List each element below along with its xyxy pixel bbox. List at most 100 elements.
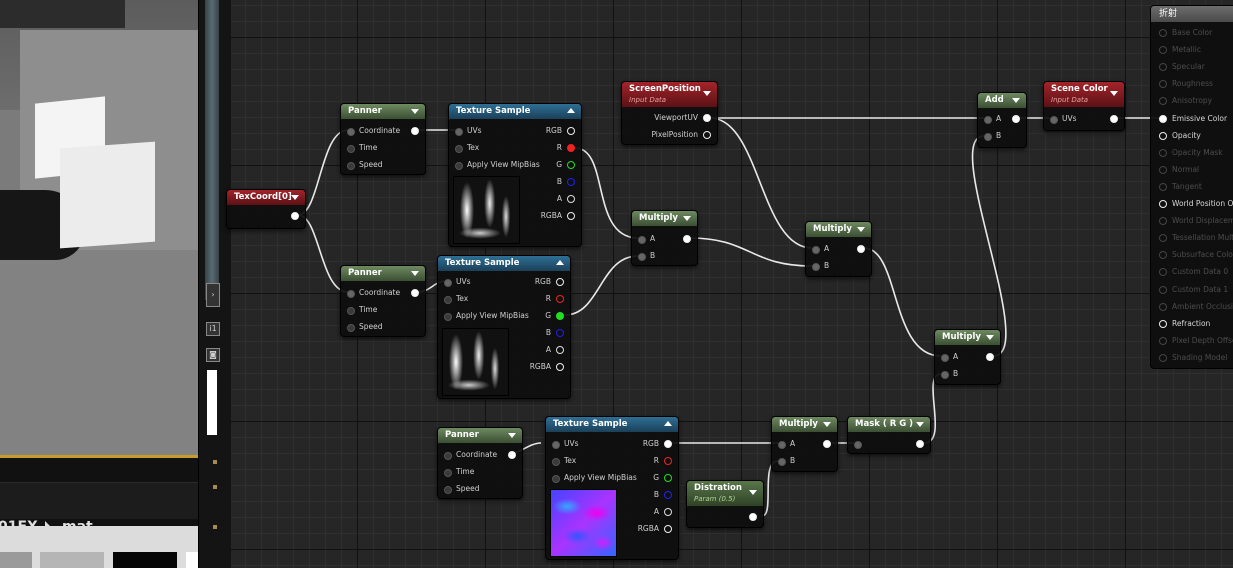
input-pin-coordinate[interactable]: Coordinate (347, 287, 400, 299)
input-pin-speed[interactable]: Speed (347, 159, 383, 171)
input-pin-coordinate[interactable]: Coordinate (347, 125, 400, 137)
output-pin-a[interactable]: A (654, 506, 672, 518)
result-pin[interactable]: Tangent (1159, 181, 1202, 193)
output-pin[interactable] (852, 243, 865, 255)
input-pin-time[interactable]: Time (347, 304, 377, 316)
output-pin-b[interactable]: B (546, 327, 564, 339)
asset-thumb[interactable] (0, 552, 32, 568)
input-pin-b[interactable]: B (941, 368, 958, 380)
chevron-down-icon[interactable] (823, 422, 831, 427)
node-panner-1[interactable]: Panner Coordinate Time Speed (340, 103, 426, 175)
chevron-down-icon[interactable] (1012, 98, 1020, 103)
input-pin-uvs[interactable]: UVs (1050, 113, 1077, 125)
result-pin[interactable]: Refraction (1159, 318, 1210, 330)
node-screen-position[interactable]: ScreenPosition Input Data ViewportUV Pixe… (621, 81, 718, 145)
output-pin[interactable] (286, 210, 299, 222)
output-pin-r[interactable]: R (546, 293, 564, 305)
node-scene-color[interactable]: Scene Color Input Data UVs (1043, 81, 1125, 131)
input-pin-b[interactable]: B (812, 260, 829, 272)
result-pin[interactable]: Ambient Occlusio (1159, 301, 1233, 313)
input-pin-uvs[interactable]: UVs (444, 276, 471, 288)
input-pin-a[interactable]: A (941, 351, 958, 363)
result-pin[interactable]: Metallic (1159, 44, 1201, 56)
input-pin-tex[interactable]: Tex (455, 142, 479, 154)
input-pin-speed[interactable]: Speed (444, 483, 480, 495)
node-distration-param[interactable]: Distration Param (0.5) (686, 480, 764, 528)
output-pin-rgba[interactable]: RGBA (530, 361, 564, 373)
node-panner-2[interactable]: Panner Coordinate Time Speed (340, 265, 426, 337)
result-pin[interactable]: Tessellation Mult (1159, 232, 1233, 244)
input-pin-a[interactable]: A (778, 438, 795, 450)
output-pin-r[interactable]: R (557, 142, 575, 154)
result-pin[interactable]: World Position O (1159, 198, 1233, 210)
output-pin-g[interactable]: G (556, 159, 575, 171)
node-material-result[interactable]: 折射 Base Color Metallic Specular Roughness An… (1150, 5, 1233, 369)
input-pin-uvs[interactable]: UVs (552, 438, 579, 450)
output-pin-r[interactable]: R (654, 455, 672, 467)
output-pin[interactable] (406, 125, 419, 137)
result-pin[interactable]: Specular (1159, 61, 1205, 73)
node-multiply-1[interactable]: Multiply A B (631, 210, 698, 266)
chevron-down-icon[interactable] (411, 109, 419, 114)
input-pin-time[interactable]: Time (444, 466, 474, 478)
result-pin[interactable]: World Displaceme (1159, 215, 1233, 227)
node-multiply-4[interactable]: Multiply A B (771, 416, 838, 472)
output-pin[interactable] (406, 287, 419, 299)
output-pin-g[interactable]: G (545, 310, 564, 322)
input-pin-a[interactable]: A (984, 113, 1001, 125)
palette-scrollbar[interactable] (205, 0, 219, 300)
info-icon[interactable]: i1 (206, 322, 220, 336)
output-pin-b[interactable]: B (654, 489, 672, 501)
node-add[interactable]: Add A B (977, 92, 1027, 148)
chevron-down-icon[interactable] (683, 216, 691, 221)
chevron-down-icon[interactable] (508, 433, 516, 438)
output-pin-pixelposition[interactable]: PixelPosition (651, 129, 711, 141)
chevron-up-icon[interactable] (664, 421, 672, 426)
chevron-down-icon[interactable] (986, 335, 994, 340)
chevron-up-icon[interactable] (556, 260, 564, 265)
input-pin-tex[interactable]: Tex (552, 455, 576, 467)
node-texture-sample-3[interactable]: Texture Sample UVs Tex Apply View MipBia… (545, 416, 679, 560)
chevron-down-icon[interactable] (291, 195, 299, 200)
result-pin[interactable]: Emissive Color (1159, 113, 1227, 125)
result-pin[interactable]: Opacity Mask (1159, 147, 1223, 159)
result-pin[interactable]: Shading Model (1159, 352, 1227, 364)
output-pin[interactable] (981, 351, 994, 363)
search-icon[interactable]: ◙ (206, 348, 220, 362)
chevron-down-icon[interactable] (916, 422, 924, 427)
result-pin[interactable]: Custom Data 0 (1159, 266, 1228, 278)
chevron-up-icon[interactable] (567, 108, 575, 113)
input-pin-b[interactable]: B (638, 250, 655, 262)
input-pin-a[interactable]: A (638, 233, 655, 245)
input-pin-mipbias[interactable]: Apply View MipBias (552, 472, 637, 484)
input-pin-b[interactable]: B (778, 455, 795, 467)
output-pin[interactable] (678, 233, 691, 245)
result-pin[interactable]: Roughness (1159, 78, 1213, 90)
node-mask[interactable]: Mask ( R G ) (847, 416, 931, 454)
output-pin[interactable] (1007, 113, 1020, 125)
result-pin[interactable]: Anisotropy (1159, 95, 1212, 107)
output-pin-rgb[interactable]: RGB (535, 276, 564, 288)
output-pin-g[interactable]: G (653, 472, 672, 484)
viewport-preview[interactable] (0, 0, 198, 458)
output-pin-b[interactable]: B (557, 176, 575, 188)
node-multiply-2[interactable]: Multiply A B (805, 221, 872, 277)
expand-chevron-icon[interactable]: › (206, 283, 220, 307)
output-pin-rgb[interactable]: RGB (546, 125, 575, 137)
output-pin[interactable] (1105, 113, 1118, 125)
result-pin[interactable]: Base Color (1159, 27, 1212, 39)
result-pin[interactable]: Normal (1159, 164, 1199, 176)
chevron-down-icon[interactable] (749, 490, 757, 495)
output-pin-a[interactable]: A (557, 193, 575, 205)
output-pin[interactable] (911, 438, 924, 450)
chevron-down-icon[interactable] (703, 91, 711, 96)
chevron-down-icon[interactable] (411, 271, 419, 276)
output-pin[interactable] (503, 449, 516, 461)
asset-thumb[interactable] (40, 552, 104, 568)
output-pin[interactable] (818, 438, 831, 450)
input-pin-time[interactable]: Time (347, 142, 377, 154)
node-texture-sample-2[interactable]: Texture Sample UVs Tex Apply View MipBia… (437, 255, 571, 399)
asset-thumb[interactable] (186, 552, 198, 568)
result-pin[interactable]: Opacity (1159, 130, 1201, 142)
result-pin[interactable]: Pixel Depth Offse (1159, 335, 1233, 347)
